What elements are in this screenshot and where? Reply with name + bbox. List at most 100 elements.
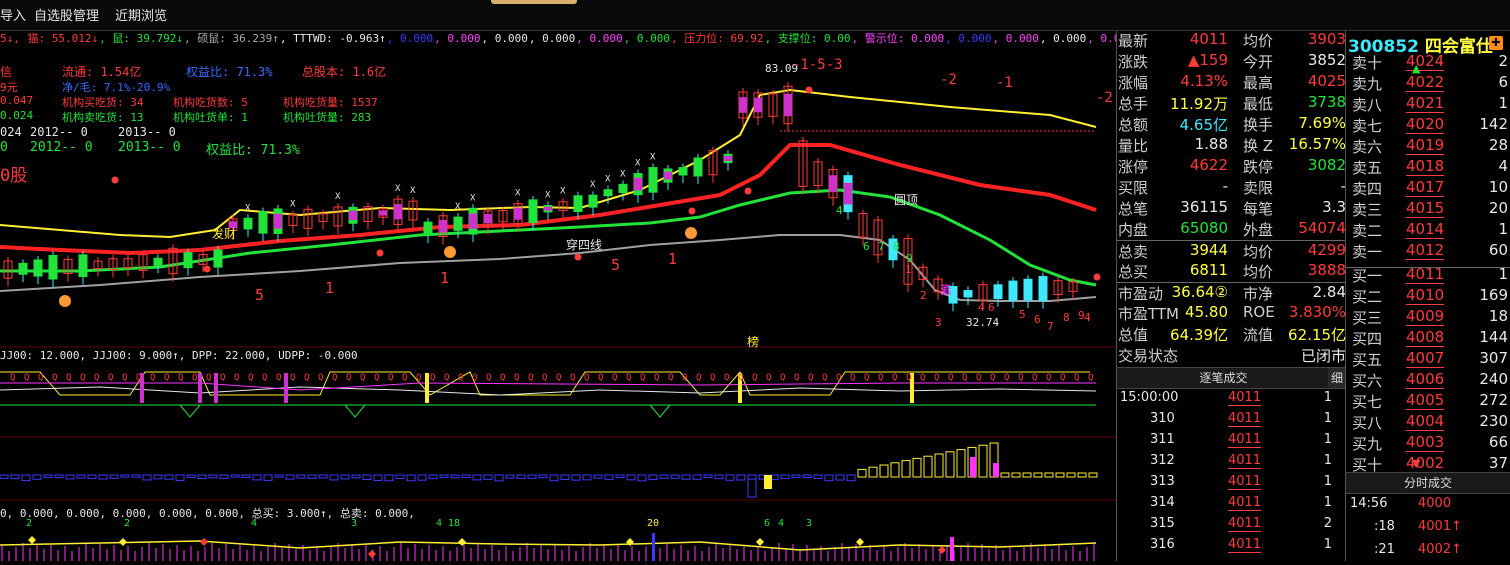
minute-trade-time: :21: [1374, 542, 1395, 557]
ob-volume: 144: [1479, 328, 1508, 346]
bid-row[interactable]: 买八 4004 230: [1346, 412, 1510, 433]
overlay-inst-dump: 机构吐货单: 1: [173, 111, 248, 124]
ob-level: 卖十: [1352, 54, 1383, 72]
sub1-q-mark: Q: [262, 373, 267, 383]
trade-volume: 1: [1323, 495, 1332, 510]
menu-item-import[interactable]: 导入: [0, 0, 26, 30]
x-marker: X: [245, 203, 251, 213]
bid-row[interactable]: 买四 4008 144: [1346, 328, 1510, 349]
bid-row[interactable]: 买二 4010 169: [1346, 286, 1510, 307]
magenta-block: [394, 204, 402, 220]
sub2-volume-bar: [637, 474, 647, 482]
sub3-mark: 20: [647, 518, 660, 529]
ask-row[interactable]: 卖四 4017 10: [1346, 178, 1510, 199]
ask-row[interactable]: 卖一 4012 60: [1346, 241, 1510, 262]
bid-row[interactable]: 买五 4007 307: [1346, 349, 1510, 370]
ob-level: 卖四: [1352, 180, 1383, 198]
sub2-volume-bar: [780, 474, 790, 480]
orderbook-divider: [1346, 267, 1510, 268]
trade-row: 310 4011 1: [1116, 411, 1338, 432]
sub2-volume-bar: [659, 474, 669, 479]
bid-row[interactable]: 买七 4005 272: [1346, 391, 1510, 412]
ask-row[interactable]: 卖三 4015 20: [1346, 199, 1510, 220]
sub2-volume-bar: [76, 474, 86, 479]
ob-level: 买三: [1352, 309, 1383, 327]
scroll-down-icon[interactable]: ▼: [1412, 457, 1420, 470]
quote-label: 涨幅: [1118, 74, 1149, 92]
ask-row[interactable]: 卖九 4022 6: [1346, 73, 1510, 94]
sub2-volume-bar: [87, 474, 97, 480]
sub2-volume-bar: [351, 474, 361, 479]
bid-row[interactable]: 买九 4003 66: [1346, 433, 1510, 454]
sub2-volume-bar: [901, 460, 911, 478]
sub2-volume-bar: [516, 474, 526, 479]
ask-row[interactable]: 卖二 4014 1: [1346, 220, 1510, 241]
ob-level: 买一: [1352, 267, 1383, 285]
quote-label-2: 均价: [1243, 32, 1274, 50]
quote-row: 量比 1.88 换 Z 16.57%: [1116, 135, 1346, 156]
sub3-mark: 2: [26, 518, 33, 529]
mark-label: 紊: [940, 283, 953, 297]
sub2-volume-bar: [868, 466, 878, 478]
sub2-volume-bar: [1088, 472, 1098, 478]
sun-marker: [111, 176, 119, 184]
trade-price: 4011: [1228, 411, 1262, 427]
minute-trades-header[interactable]: 分时成交: [1346, 472, 1510, 494]
magenta-block: [469, 213, 477, 229]
sub1-q-mark: Q: [878, 373, 883, 383]
ask-row[interactable]: 卖十 4024 2: [1346, 52, 1510, 73]
sub1-q-mark: Q: [850, 373, 855, 383]
bid-row[interactable]: 买六 4006 240: [1346, 370, 1510, 391]
tick-detail-button[interactable]: 细: [1328, 367, 1346, 389]
stock-menu-icon[interactable]: ✚: [1489, 36, 1503, 50]
panel-divider: [1345, 30, 1346, 561]
tick-trades-header[interactable]: 逐笔成交: [1116, 367, 1331, 389]
ob-price: 4015: [1406, 199, 1445, 218]
sub2-volume-bar: [824, 474, 834, 482]
ob-level: 买九: [1352, 435, 1383, 453]
sub1-q-mark: Q: [598, 373, 603, 383]
sub1-q-mark: Q: [556, 373, 561, 383]
quote-label: 内盘: [1118, 221, 1149, 239]
ask-row[interactable]: 卖六 4019 28: [1346, 136, 1510, 157]
count-number: 2: [920, 289, 927, 302]
bid-row[interactable]: 买一 4011 1: [1346, 265, 1510, 286]
sub2-volume-bar: [285, 474, 295, 480]
kline-chart[interactable]: XXXXXXXXXXXXXXXQQQQQQQQQQQQQQQQQQQQQQQQQ…: [0, 45, 1116, 561]
candle-body: [48, 254, 58, 280]
sub1-q-mark: Q: [808, 373, 813, 383]
sub2-volume-bar: [736, 474, 746, 481]
ask-row[interactable]: 卖七 4020 142: [1346, 115, 1510, 136]
ob-volume: 60: [1488, 241, 1508, 259]
sun-marker: [688, 207, 696, 215]
quote-label-2: 每笔: [1243, 200, 1274, 218]
quote-value-2: 已闭市: [1300, 347, 1346, 365]
quote-value: 64.39亿: [1170, 326, 1228, 344]
sub1-q-mark: Q: [892, 373, 897, 383]
menu-item-recent[interactable]: 近期浏览: [115, 0, 167, 30]
scroll-up-icon[interactable]: ▲: [1412, 62, 1420, 75]
sub2-volume-bar: [725, 474, 735, 481]
minute-trade-time: :18: [1374, 519, 1395, 534]
quote-label: 量比: [1118, 137, 1149, 155]
ask-row[interactable]: 卖八 4021 1: [1346, 94, 1510, 115]
sub2-volume-bar: [923, 455, 933, 478]
quote-value-2: 3.830%: [1288, 303, 1346, 321]
sub2-volume-bar: [670, 474, 680, 479]
bid-row[interactable]: 买三 4009 18: [1346, 307, 1510, 328]
quote-label: 涨停: [1118, 158, 1149, 176]
ob-level: 卖七: [1352, 117, 1383, 135]
count-number: 4: [836, 204, 843, 217]
menu-item-watchlist[interactable]: 自选股管理: [34, 0, 99, 30]
sun-marker: [1093, 273, 1101, 281]
sub1-q-mark: Q: [528, 373, 533, 383]
ask-row[interactable]: 卖五 4018 4: [1346, 157, 1510, 178]
trade-time: 316: [1150, 537, 1175, 552]
minute-trade-row: 14:56 4000: [1346, 496, 1510, 517]
sub2-volume-bar: [417, 474, 427, 481]
quote-label: 交易状态: [1118, 347, 1179, 365]
ob-price: 4021: [1406, 94, 1445, 113]
quote-label-2: 均价: [1243, 263, 1274, 281]
sub3-diamond: [756, 538, 764, 546]
x-marker: X: [560, 187, 566, 197]
